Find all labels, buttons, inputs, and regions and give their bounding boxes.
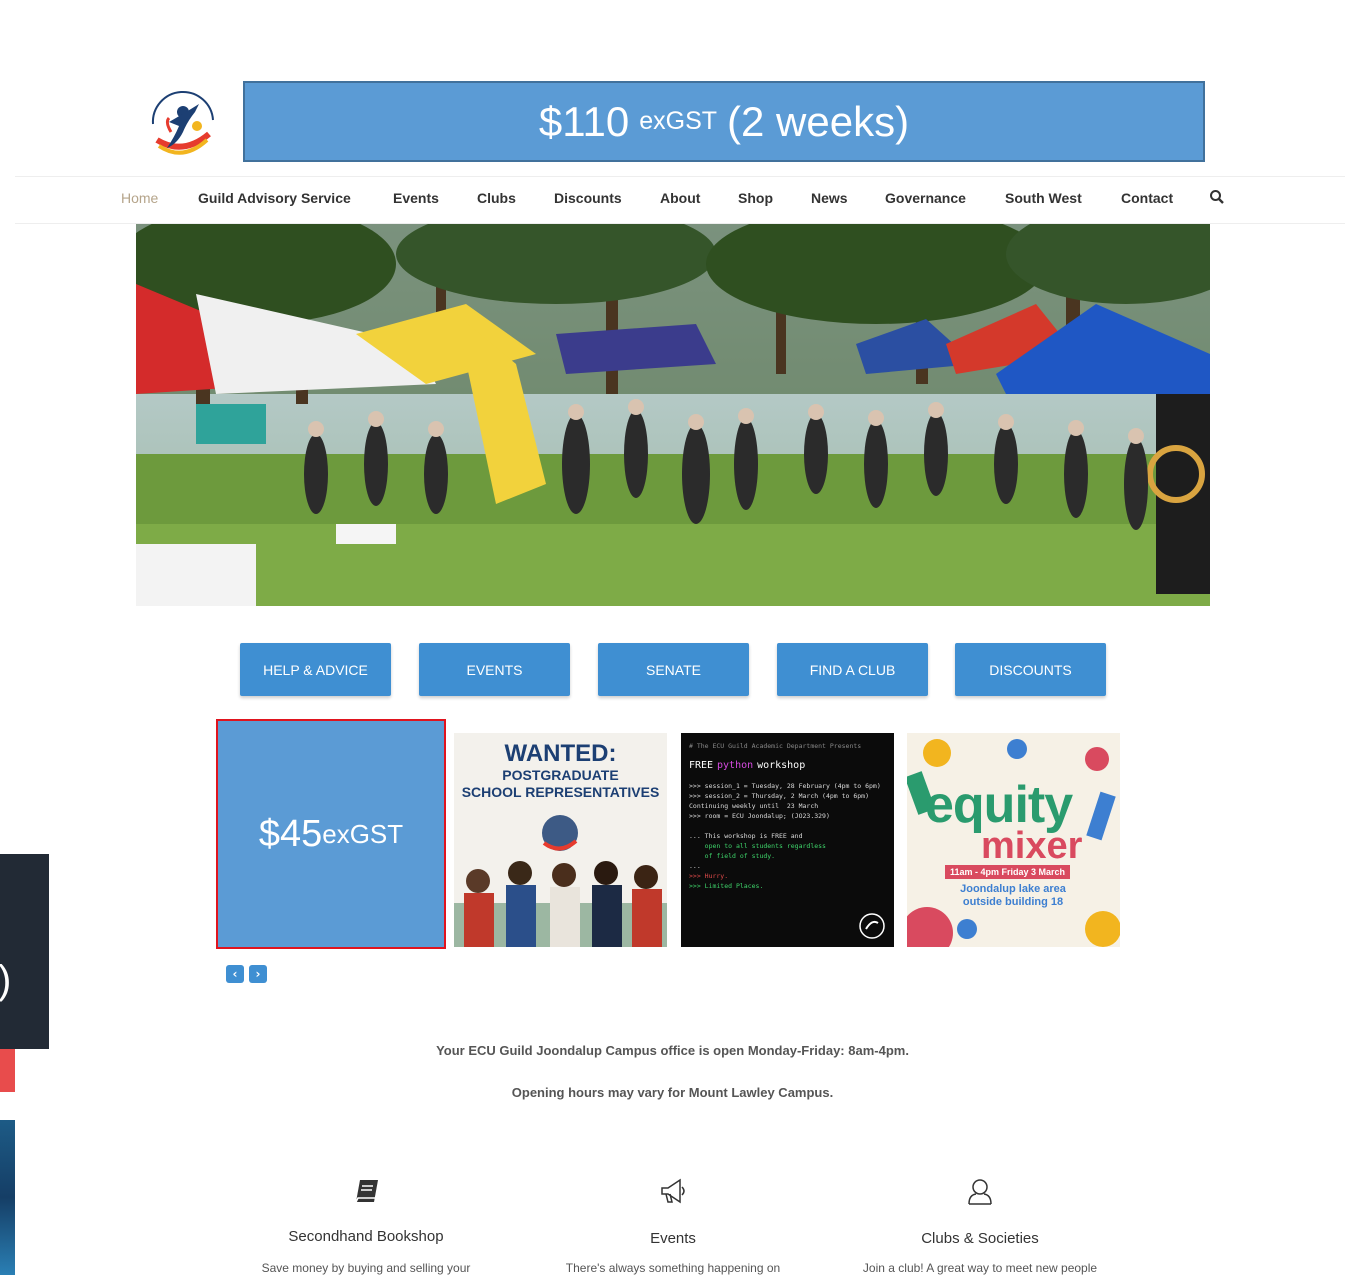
- events-button[interactable]: EVENTS: [419, 643, 570, 696]
- side-overlay-text: ): [0, 955, 11, 1005]
- discounts-button[interactable]: DISCOUNTS: [955, 643, 1106, 696]
- nav-discounts[interactable]: Discounts: [554, 190, 622, 206]
- search-icon[interactable]: [1209, 189, 1225, 205]
- promo-price: $45: [258, 812, 323, 855]
- nav-about[interactable]: About: [660, 190, 700, 206]
- promo-price-box: $45 exGST: [216, 719, 446, 949]
- book-icon: [352, 1176, 382, 1206]
- python-free: FREE: [689, 760, 714, 771]
- chevron-left-icon[interactable]: ‹: [226, 965, 244, 983]
- python-lang: python: [717, 760, 754, 771]
- nav-clubs[interactable]: Clubs: [477, 190, 516, 206]
- nav-divider-top: [15, 176, 1345, 177]
- nav-news[interactable]: News: [811, 190, 848, 206]
- feature-title-events[interactable]: Events: [523, 1230, 823, 1247]
- banner-duration: (2 weeks): [727, 97, 910, 145]
- python-line-8: ...: [689, 862, 701, 870]
- banner-price: $110: [538, 97, 630, 145]
- feature-text-bookshop: Save money by buying and selling your: [261, 1261, 471, 1275]
- opening-hours-note: Opening hours may vary for Mount Lawley …: [511, 1085, 834, 1100]
- carousel-tile-postgrad-reps[interactable]: WANTED: POSTGRADUATE SCHOOL REPRESENTATI…: [454, 733, 667, 947]
- equity-time: 11am - 4pm Friday 3 March: [945, 865, 1071, 879]
- side-overlay-blue: [0, 1120, 15, 1275]
- office-hours-text: Your ECU Guild Joondalup Campus office i…: [436, 1043, 909, 1058]
- equity-location-2: outside building 18: [962, 896, 1064, 908]
- python-line-10: >>> Limited Places.: [689, 882, 764, 890]
- megaphone-icon: [658, 1176, 688, 1206]
- hero-image: [136, 224, 1210, 606]
- chevron-right-icon[interactable]: ›: [249, 965, 267, 983]
- python-workshop: workshop: [757, 760, 806, 771]
- feature-text-events: There's always something happening on: [565, 1261, 781, 1275]
- banner-tax: exGST: [639, 107, 718, 135]
- nav-governance[interactable]: Governance: [885, 190, 966, 206]
- senate-button[interactable]: SENATE: [598, 643, 749, 696]
- help-advice-button[interactable]: HELP & ADVICE: [240, 643, 391, 696]
- python-line-7: of field of study.: [689, 852, 776, 860]
- wanted-photo: [454, 815, 667, 947]
- find-a-club-button[interactable]: FIND A CLUB: [777, 643, 928, 696]
- python-line-6: open to all students regardless: [689, 842, 826, 850]
- python-line-2: >>> session_2 = Thursday, 2 March (4pm t…: [689, 792, 870, 800]
- nav-events[interactable]: Events: [393, 190, 439, 206]
- price-banner: $110 exGST (2 weeks): [243, 81, 1205, 162]
- python-header: # The ECU Guild Academic Department Pres…: [689, 742, 862, 750]
- guild-logo-icon: [859, 913, 885, 939]
- ecu-guild-logo[interactable]: [143, 82, 223, 166]
- user-icon: [965, 1176, 995, 1206]
- feature-title-clubs[interactable]: Clubs & Societies: [830, 1230, 1130, 1247]
- feature-title-bookshop[interactable]: Secondhand Bookshop: [216, 1228, 516, 1245]
- python-line-4: >>> room = ECU Joondalup; (JO23.329): [689, 812, 830, 820]
- nav-home[interactable]: Home: [121, 190, 158, 206]
- python-line-3: Continuing weekly until 23 March: [689, 802, 819, 810]
- python-line-5: ... This workshop is FREE and: [689, 832, 803, 840]
- promo-tax: exGST: [322, 818, 404, 849]
- nav-shop[interactable]: Shop: [738, 190, 773, 206]
- feature-text-clubs: Join a club! A great way to meet new peo…: [862, 1261, 1098, 1275]
- python-line-9: >>> Hurry.: [689, 872, 729, 880]
- nav-south-west[interactable]: South West: [1005, 190, 1082, 206]
- nav-contact[interactable]: Contact: [1121, 190, 1173, 206]
- side-overlay-panel: [0, 854, 49, 1049]
- carousel-tile-equity-mixer[interactable]: equity mixer 11am - 4pm Friday 3 March J…: [907, 733, 1120, 947]
- python-line-1: >>> session_1 = Tuesday, 28 February (4p…: [689, 782, 881, 790]
- equity-location-1: Joondalup lake area: [960, 883, 1066, 895]
- nav-guild-advisory-service[interactable]: Guild Advisory Service: [198, 190, 351, 206]
- carousel-tile-python-workshop[interactable]: # The ECU Guild Academic Department Pres…: [681, 733, 894, 947]
- equity-subtitle: mixer: [981, 825, 1083, 867]
